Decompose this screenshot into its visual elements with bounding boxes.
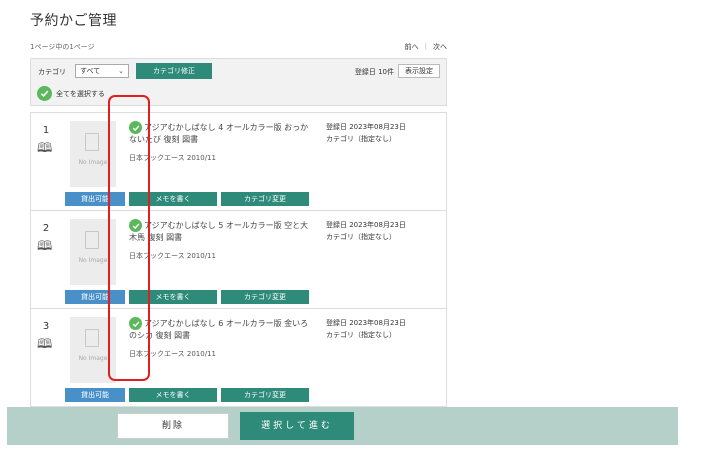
item-category: カテゴリ（指定なし） bbox=[326, 233, 396, 241]
next-link[interactable]: 次へ bbox=[433, 42, 447, 52]
item-category: カテゴリ（指定なし） bbox=[326, 135, 396, 143]
list-item: 2 🕮 No Image アジアむかしばなし 5 オールカラー版 空と大木馬 復… bbox=[31, 211, 446, 309]
registration-date: 登録日 2023年08月23日 bbox=[326, 123, 406, 131]
book-icon: 🕮 bbox=[37, 337, 53, 352]
change-category-button[interactable]: カテゴリ変更 bbox=[221, 192, 309, 206]
item-title-text[interactable]: アジアむかしばなし 6 オールカラー版 金いろのシカ 復刻 図書 bbox=[129, 319, 308, 340]
change-category-button[interactable]: カテゴリ変更 bbox=[221, 290, 309, 304]
delete-button[interactable]: 削除 bbox=[117, 413, 229, 439]
item-number: 3 bbox=[42, 321, 50, 332]
item-number: 2 bbox=[42, 223, 50, 234]
check-circle-icon[interactable] bbox=[129, 121, 142, 134]
prev-link[interactable]: 前へ bbox=[405, 42, 419, 52]
item-publisher: 日本ブックエース 2010/11 bbox=[129, 350, 216, 358]
write-memo-button[interactable]: メモを書く bbox=[129, 388, 217, 402]
chevron-down-icon: ⌄ bbox=[118, 67, 124, 75]
category-select-value: すべて bbox=[80, 67, 101, 75]
select-all-label: 全てを選択する bbox=[56, 89, 105, 98]
item-thumbnail[interactable]: No Image bbox=[70, 121, 116, 187]
write-memo-button[interactable]: メモを書く bbox=[129, 290, 217, 304]
item-category: カテゴリ（指定なし） bbox=[326, 331, 396, 339]
item-registration: 登録日 2023年08月23日 カテゴリ（指定なし） bbox=[326, 219, 406, 243]
display-settings-button[interactable]: 表示設定 bbox=[398, 64, 440, 78]
page-info: 1ページ中の1ページ bbox=[30, 43, 95, 51]
item-publisher: 日本ブックエース 2010/11 bbox=[129, 154, 216, 162]
check-circle-icon[interactable] bbox=[37, 86, 52, 101]
check-circle-icon[interactable] bbox=[129, 317, 142, 330]
change-category-button[interactable]: カテゴリ変更 bbox=[221, 388, 309, 402]
select-all[interactable]: 全てを選択する bbox=[37, 86, 105, 101]
book-icon: 🕮 bbox=[37, 239, 53, 254]
item-actions: 貸出可能 メモを書く カテゴリ変更 bbox=[65, 290, 309, 304]
item-number: 1 bbox=[42, 125, 50, 136]
category-edit-button[interactable]: カテゴリ修正 bbox=[136, 63, 212, 79]
check-circle-icon[interactable] bbox=[129, 219, 142, 232]
item-thumbnail[interactable]: No Image bbox=[70, 317, 116, 383]
no-image-icon bbox=[85, 329, 99, 347]
item-title-text[interactable]: アジアむかしばなし 5 オールカラー版 空と大木馬 復刻 図書 bbox=[129, 221, 308, 242]
category-label: カテゴリ bbox=[38, 68, 66, 76]
write-memo-button[interactable]: メモを書く bbox=[129, 192, 217, 206]
registration-date: 登録日 2023年08月23日 bbox=[326, 319, 406, 327]
toolbar: カテゴリ すべて ⌄ カテゴリ修正 登録日 10件 表示設定 全てを選択する bbox=[30, 58, 447, 106]
loan-available-badge: 貸出可能 bbox=[65, 192, 125, 206]
registration-date: 登録日 2023年08月23日 bbox=[326, 221, 406, 229]
no-image-icon bbox=[85, 231, 99, 249]
list-item: 1 🕮 No Image アジアむかしばなし 4 オールカラー版 おっかないたび… bbox=[31, 113, 446, 211]
registered-count: 登録日 10件 bbox=[354, 68, 394, 76]
item-actions: 貸出可能 メモを書く カテゴリ変更 bbox=[65, 192, 309, 206]
pager: 前へ | 次へ bbox=[405, 42, 447, 52]
item-list: 1 🕮 No Image アジアむかしばなし 4 オールカラー版 おっかないたび… bbox=[30, 112, 447, 408]
item-title-text[interactable]: アジアむかしばなし 4 オールカラー版 おっかないたび 復刻 図書 bbox=[129, 123, 308, 144]
list-item: 3 🕮 No Image アジアむかしばなし 6 オールカラー版 金いろのシカ … bbox=[31, 309, 446, 407]
item-title[interactable]: アジアむかしばなし 6 オールカラー版 金いろのシカ 復刻 図書 bbox=[129, 317, 309, 342]
book-icon: 🕮 bbox=[37, 141, 53, 156]
loan-available-badge: 貸出可能 bbox=[65, 290, 125, 304]
item-title[interactable]: アジアむかしばなし 4 オールカラー版 おっかないたび 復刻 図書 bbox=[129, 121, 309, 146]
action-footer: 削除 選択して進む bbox=[7, 407, 678, 445]
select-and-proceed-button[interactable]: 選択して進む bbox=[240, 412, 354, 440]
item-registration: 登録日 2023年08月23日 カテゴリ（指定なし） bbox=[326, 317, 406, 341]
no-image-label: No Image bbox=[78, 355, 108, 362]
no-image-label: No Image bbox=[78, 257, 108, 264]
category-select[interactable]: すべて ⌄ bbox=[75, 64, 129, 78]
loan-available-badge: 貸出可能 bbox=[65, 388, 125, 402]
item-actions: 貸出可能 メモを書く カテゴリ変更 bbox=[65, 388, 309, 402]
item-registration: 登録日 2023年08月23日 カテゴリ（指定なし） bbox=[326, 121, 406, 145]
no-image-label: No Image bbox=[78, 159, 108, 166]
item-title[interactable]: アジアむかしばなし 5 オールカラー版 空と大木馬 復刻 図書 bbox=[129, 219, 309, 244]
pager-separator: | bbox=[424, 42, 427, 50]
no-image-icon bbox=[85, 133, 99, 151]
item-thumbnail[interactable]: No Image bbox=[70, 219, 116, 285]
item-publisher: 日本ブックエース 2010/11 bbox=[129, 252, 216, 260]
page-title: 予約かご管理 bbox=[30, 13, 117, 29]
reservation-cart-page: 予約かご管理 1ページ中の1ページ 前へ | 次へ カテゴリ すべて ⌄ カテゴ… bbox=[0, 0, 705, 468]
